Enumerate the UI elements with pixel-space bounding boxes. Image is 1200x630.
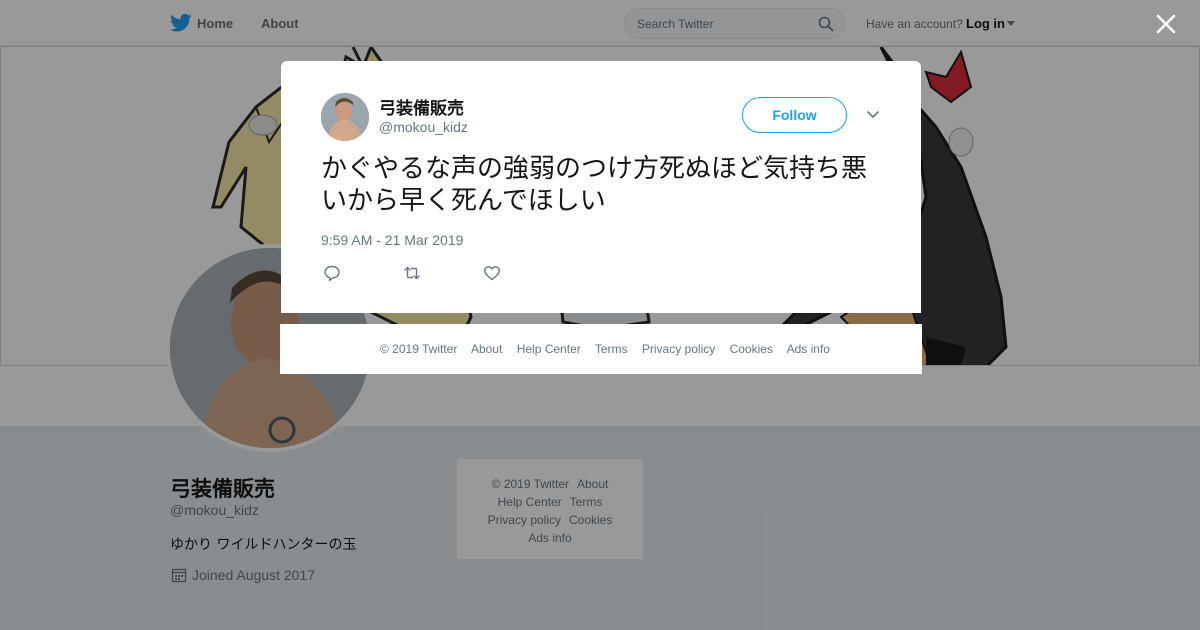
tweet-modal: 弓装備販売 @mokou_kidz Follow かぐやるな声の強弱のつけ方死ぬ… (281, 61, 921, 313)
chevron-down-icon[interactable] (866, 109, 880, 121)
footer-terms-link[interactable]: Terms (595, 342, 628, 356)
tweet-author-name[interactable]: 弓装備販売 (379, 94, 464, 119)
modal-footer: © 2019 Twitter About Help Center Terms P… (280, 324, 922, 374)
footer-ads-info-link[interactable]: Ads info (787, 342, 830, 356)
tweet-author-avatar[interactable] (321, 93, 369, 141)
footer-about-link[interactable]: About (471, 342, 502, 356)
follow-button[interactable]: Follow (742, 97, 847, 133)
heart-icon[interactable] (483, 264, 501, 282)
tweet-text: かぐやるな声の強弱のつけ方死ぬほど気持ち悪いから早く死んでほしい (321, 154, 868, 216)
tweet-timestamp[interactable]: 9:59 AM - 21 Mar 2019 (321, 232, 463, 248)
footer-help-center-link[interactable]: Help Center (517, 342, 581, 356)
retweet-icon[interactable] (403, 264, 421, 282)
footer-privacy-link[interactable]: Privacy policy (642, 342, 715, 356)
close-icon[interactable] (1154, 12, 1178, 36)
avatar-thumbnail (321, 93, 369, 141)
tweet-author-handle[interactable]: @mokou_kidz (379, 119, 468, 135)
reply-icon[interactable] (323, 264, 341, 282)
footer-cookies-link[interactable]: Cookies (730, 342, 773, 356)
footer-copyright: © 2019 Twitter (380, 342, 458, 356)
